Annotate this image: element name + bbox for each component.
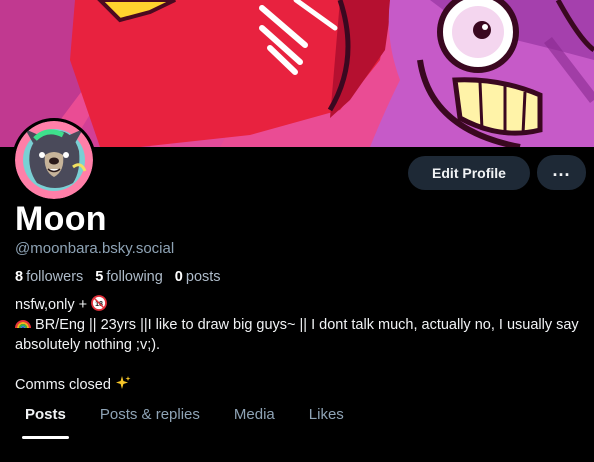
profile-bio: nsfw,only + 18 BR/Eng || 23yrs ||I like … xyxy=(15,295,580,395)
posts-count: 0 xyxy=(174,269,183,285)
bio-line-3-text: Comms closed xyxy=(15,377,115,393)
bio-line-2-text: BR/Eng || 23yrs ||I like to draw big guy… xyxy=(15,317,579,353)
avatar[interactable] xyxy=(12,118,96,202)
sparkles-icon xyxy=(115,376,131,389)
tab-likes-label: Likes xyxy=(308,406,344,423)
active-tab-indicator xyxy=(22,436,69,439)
banner-illustration xyxy=(0,0,594,147)
18-plus-icon: 18 xyxy=(91,295,108,311)
ellipsis-icon: ... xyxy=(552,159,571,180)
bio-line-1-text: nsfw,only + xyxy=(15,297,92,313)
bio-spacer xyxy=(15,355,580,375)
display-name: Moon xyxy=(15,200,107,238)
rainbow-icon xyxy=(15,320,31,329)
tab-media[interactable]: Media xyxy=(217,393,292,439)
edit-profile-button[interactable]: Edit Profile xyxy=(408,156,530,190)
tab-likes[interactable]: Likes xyxy=(292,393,361,439)
posts-stat: 0 posts xyxy=(175,269,221,285)
followers-label: followers xyxy=(26,269,84,285)
more-options-button[interactable]: ... xyxy=(537,155,586,190)
avatar-illustration xyxy=(15,121,93,199)
bio-line-3: Comms closed xyxy=(15,375,580,395)
tab-posts[interactable]: Posts xyxy=(8,393,83,439)
followers-count: 8 xyxy=(15,269,24,285)
bio-line-1: nsfw,only + 18 xyxy=(15,295,580,315)
profile-stats: 8 followers 5 following 0 posts xyxy=(15,269,233,285)
following-count: 5 xyxy=(95,269,104,285)
following-link[interactable]: 5 following xyxy=(95,269,163,285)
bio-line-2: BR/Eng || 23yrs ||I like to draw big guy… xyxy=(15,315,580,355)
edit-profile-label: Edit Profile xyxy=(432,165,506,181)
tab-posts-and-replies-label: Posts & replies xyxy=(99,406,200,423)
posts-label: posts xyxy=(185,269,221,285)
tab-media-label: Media xyxy=(233,406,275,423)
profile-handle: @moonbara.bsky.social xyxy=(15,240,175,257)
tab-posts-label: Posts xyxy=(25,406,66,423)
profile-banner[interactable] xyxy=(0,0,594,147)
followers-link[interactable]: 8 followers xyxy=(15,269,83,285)
following-label: following xyxy=(106,269,163,285)
tab-posts-and-replies[interactable]: Posts & replies xyxy=(83,393,217,439)
profile-tabs: Posts Posts & replies Media Likes xyxy=(0,393,594,439)
